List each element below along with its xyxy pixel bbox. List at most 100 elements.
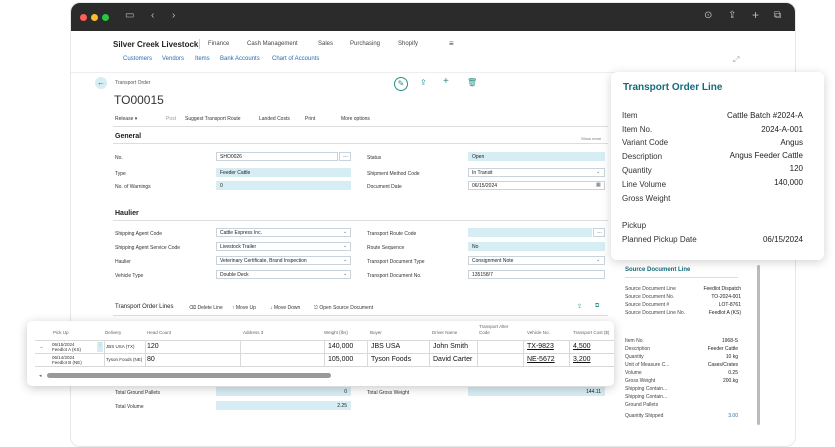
chevron-down-icon[interactable]: ⌄ [343,229,347,235]
app-header: Silver Creek Livestock Finance Cash Mana… [71,31,795,73]
delivery-cell: Tyson Foods (NE) [106,357,143,362]
expand-icon[interactable]: ⤢ [733,55,739,65]
vehicle-type-select[interactable]: Double Deck [216,270,351,279]
move-down-button[interactable]: ↓ Move Down [270,305,300,311]
shipping-agent-select[interactable]: Cattle Express Inc. [216,228,351,237]
share-icon[interactable]: ⇪ [728,10,736,21]
column-header[interactable]: Vehicle No. [527,330,550,335]
post-button[interactable]: Post [166,116,176,122]
add-icon[interactable]: + [443,76,449,87]
nav-vendors[interactable]: Vendors [162,56,184,62]
field-label: Status [367,155,382,161]
delete-line-button[interactable]: ⌫ Delete Line [189,305,223,311]
column-header[interactable]: Head Count [147,330,171,335]
share-page-icon[interactable]: ⇪ [420,78,427,87]
service-code-select[interactable]: Livestock Trailer [216,242,351,251]
shipment-method-select[interactable]: In Transit [468,168,605,177]
delete-icon[interactable]: 🗑 [467,78,477,87]
menu-purchasing[interactable]: Purchasing [350,41,380,47]
download-icon[interactable]: ⊙ [704,10,712,21]
type-field[interactable]: Feeder Cattle [216,168,351,177]
column-header[interactable]: Transport Alter Code [479,324,519,335]
close-window-button[interactable] [80,14,87,21]
column-header[interactable]: Driver Name [432,330,457,335]
suggest-transport-route-button[interactable]: Suggest Transport Route [185,116,241,122]
minimize-window-button[interactable] [91,14,98,21]
calendar-icon[interactable]: ▦ [596,182,601,188]
no-input[interactable]: SHO0026 [216,152,338,161]
buyer-cell[interactable]: Tyson Foods [371,356,411,363]
edit-icon[interactable]: ✎ [394,77,408,91]
chevron-down-icon[interactable]: ⌄ [343,257,347,263]
column-header[interactable]: Pick Up [53,330,69,335]
haulier-select[interactable]: Veterinary Certificate, Brand Inspection [216,256,351,265]
vehicle-cell[interactable]: TX-9823 [527,343,554,350]
transport-lines-grid: Pick Up Delivery Head Count Address 3 We… [27,321,614,386]
detail-value: 200.kg [722,378,738,384]
horizontal-scrollbar-thumb[interactable] [47,373,331,378]
driver-cell[interactable]: John Smith [433,343,468,350]
head-count-cell[interactable]: 120 [147,343,159,350]
column-header[interactable]: Weight (lbs) [324,330,348,335]
menu-sales[interactable]: Sales [318,41,333,47]
print-button[interactable]: Print [305,116,315,122]
cost-cell[interactable]: 4,500 [573,343,591,350]
back-arrow-icon[interactable]: ← [95,77,107,89]
document-no-input[interactable]: 135158/7 [468,270,605,279]
chevron-down-icon[interactable]: ⌄ [596,169,600,175]
open-source-document-button[interactable]: ⎋ Open Source Document [314,305,373,311]
column-header[interactable]: Delivery [105,330,121,335]
new-tab-icon[interactable]: + [752,8,759,22]
warnings-field[interactable]: 0 [216,181,351,190]
lookup-button[interactable]: … [593,228,605,237]
share-lines-icon[interactable]: ⇪ [577,303,582,310]
chevron-down-icon[interactable]: ⌄ [343,271,347,277]
document-type-select[interactable]: Consignment Note [468,256,605,265]
menu-finance[interactable]: Finance [208,41,229,47]
field-label: Haulier [115,259,131,265]
driver-cell[interactable]: David Carter [433,356,472,363]
back-icon[interactable]: ‹ [151,10,154,21]
move-up-button[interactable]: ↑ Move Up [232,305,256,311]
menu-cash-management[interactable]: Cash Management [247,41,298,47]
nav-chart-of-accounts[interactable]: Chart of Accounts [272,56,319,62]
menu-shopify[interactable]: Shopify [398,41,418,47]
row-menu-icon[interactable]: ⋮ [97,342,103,352]
release-button[interactable]: Release ▾ [115,116,137,122]
head-count-cell[interactable]: 80 [147,356,155,363]
document-date-input[interactable]: 06/15/2024 [468,181,605,190]
detail-value: 0.25 [728,370,738,376]
cost-cell[interactable]: 3,200 [573,356,591,363]
field-label: Document Date [367,184,402,190]
show-more-link[interactable]: Show more [581,136,601,141]
maximize-window-button[interactable] [102,14,109,21]
landed-costs-button[interactable]: Landed Costs [259,116,290,122]
buyer-cell[interactable]: JBS USA [371,343,400,350]
route-code-field[interactable] [468,228,592,237]
sidebar-icon[interactable]: ▭ [125,10,134,21]
row-selector-icon[interactable]: → [39,344,44,349]
column-header[interactable]: Buyer [370,330,382,335]
weight-cell[interactable]: 140,000 [328,343,353,350]
total-gross-weight-field: 144.11 [468,387,605,396]
detail-value[interactable]: 3.00 [681,413,738,419]
hamburger-icon[interactable]: ≡ [449,39,454,48]
nav-items[interactable]: Items [195,56,210,62]
column-header[interactable]: Address 3 [243,330,263,335]
nav-bank-accounts[interactable]: Bank Accounts [220,56,260,62]
pickup-sub-cell: Feedlot B (NE) [52,360,82,365]
chevron-down-icon[interactable]: ⌄ [343,243,347,249]
tabs-overview-icon[interactable]: ⧉ [774,10,781,21]
vehicle-cell[interactable]: NE-5672 [527,356,555,363]
column-header[interactable]: Transport Cost ($) [573,330,609,335]
more-options-button[interactable]: More options [341,116,370,122]
lookup-button[interactable]: … [339,152,351,161]
scrollbar[interactable] [757,265,760,425]
forward-icon[interactable]: › [172,10,175,21]
chevron-down-icon[interactable]: ⌄ [596,257,600,263]
detail-label: Quantity Shipped [625,413,664,419]
scroll-left-icon[interactable]: ◂ [39,373,42,379]
weight-cell[interactable]: 105,000 [328,356,353,363]
nav-customers[interactable]: Customers [123,56,152,62]
expand-lines-icon[interactable]: ⧉ [595,303,599,310]
